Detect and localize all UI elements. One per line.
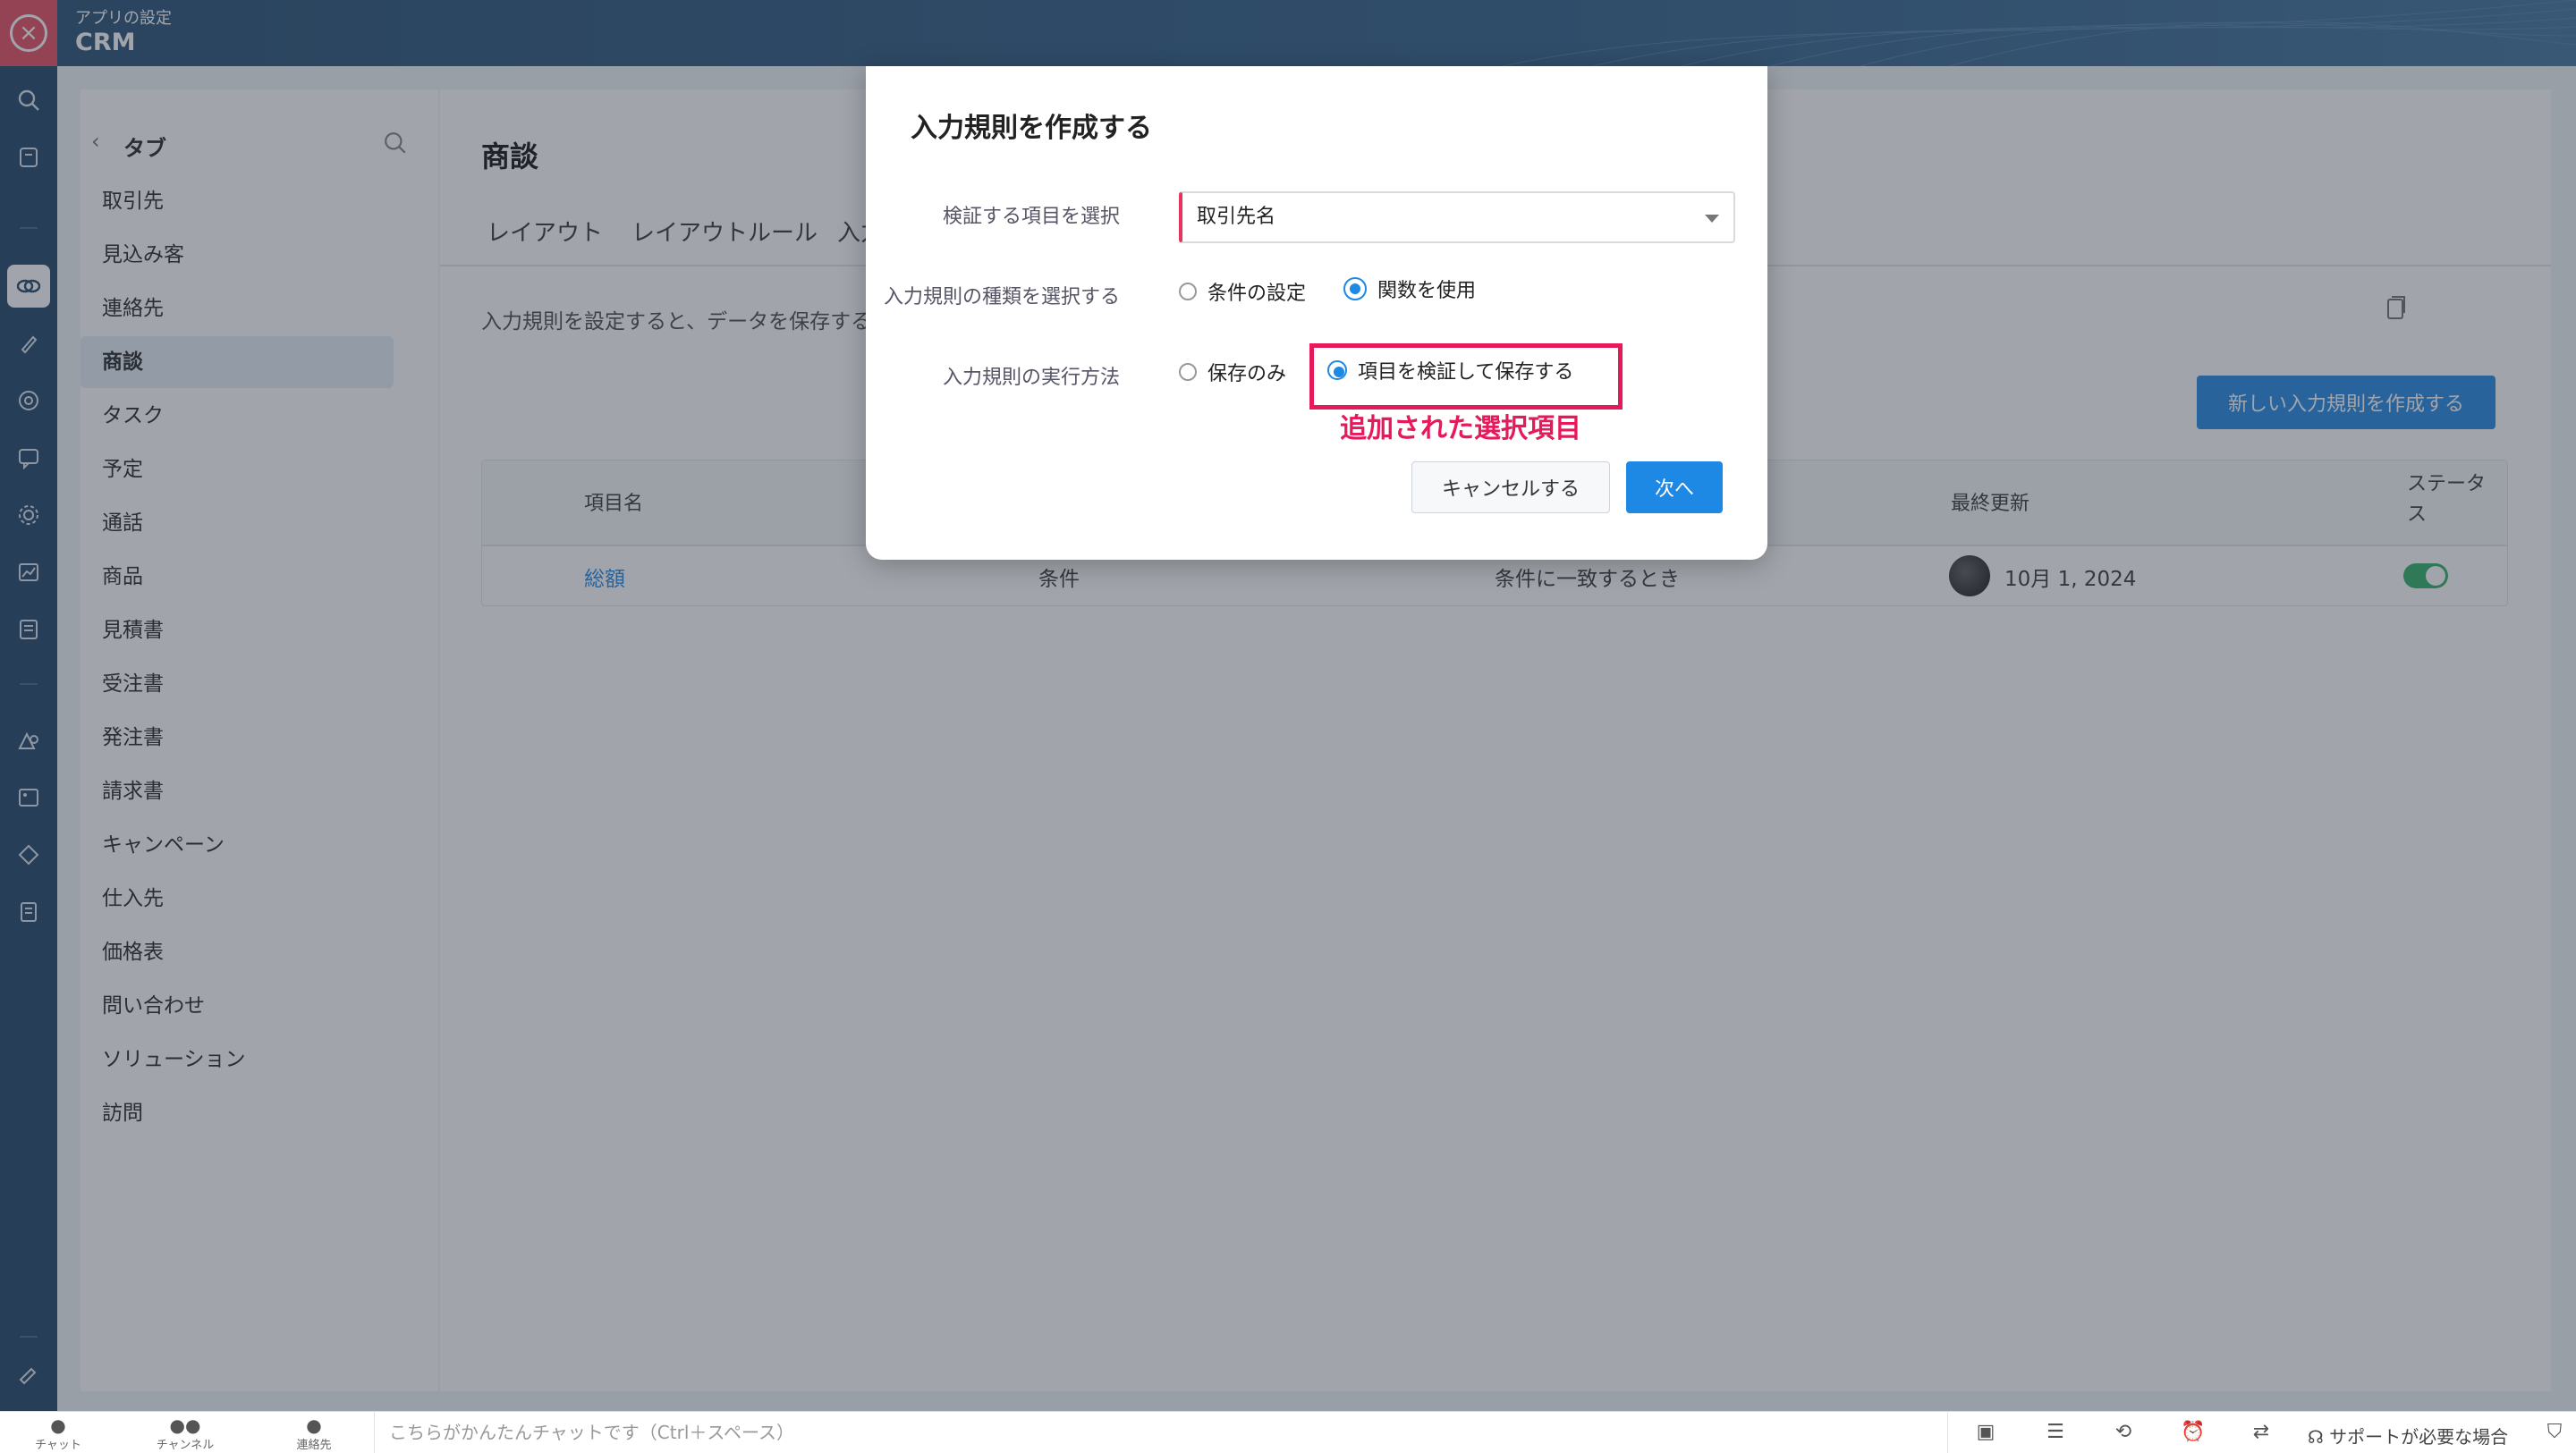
chevron-down-icon bbox=[1705, 215, 1719, 223]
quick-chat-input[interactable]: こちらがかんたんチャットです（Ctrl＋スペース） bbox=[374, 1412, 1948, 1453]
radio-condition[interactable]: 条件の設定 bbox=[1179, 277, 1306, 306]
rule-type-label: 入力規則の種類を選択する bbox=[883, 286, 1120, 308]
radio-unchecked-icon bbox=[1179, 363, 1197, 381]
bottom-bar: ● チャット ●● チャンネル ● 連絡先 こちらがかんたんチャットです（Ctrl＋ス… bbox=[0, 1411, 2576, 1453]
execution-label: 入力規則の実行方法 bbox=[942, 367, 1120, 389]
radio-function[interactable]: 関数を使用 bbox=[1343, 275, 1476, 303]
bottom-channels[interactable]: ●● チャンネル bbox=[145, 1415, 225, 1452]
radio-unchecked-icon bbox=[1179, 283, 1197, 300]
radio-save-only[interactable]: 保存のみ bbox=[1179, 358, 1286, 386]
badge-icon[interactable]: ⛉ bbox=[2542, 1421, 2567, 1446]
bottom-contacts[interactable]: ● 連絡先 bbox=[274, 1415, 354, 1452]
alarm-icon[interactable]: ⏰ bbox=[2181, 1421, 2206, 1446]
create-rule-modal: 入力規則を作成する 検証する項目を選択 取引先名 入力規則の種類を選択する 条件… bbox=[866, 66, 1767, 560]
field-select[interactable]: 取引先名 bbox=[1179, 191, 1735, 243]
annotation-highlight-box bbox=[1309, 343, 1623, 410]
next-button[interactable]: 次へ bbox=[1626, 461, 1723, 513]
modal-title: 入力規則を作成する bbox=[911, 113, 1152, 144]
chat-icon: ● bbox=[50, 1415, 66, 1436]
screen-share-icon[interactable]: ▣ bbox=[1973, 1421, 1998, 1446]
bottom-chat[interactable]: ● チャット bbox=[18, 1415, 98, 1452]
annotation-label: 追加された選択項目 bbox=[1340, 413, 1581, 444]
notes-icon[interactable]: ☰ bbox=[2043, 1421, 2068, 1446]
cancel-button[interactable]: キャンセルする bbox=[1411, 461, 1610, 513]
channels-icon: ●● bbox=[169, 1415, 201, 1436]
history-icon[interactable]: ⟲ bbox=[2111, 1421, 2136, 1446]
field-select-value: 取引先名 bbox=[1197, 206, 1276, 228]
headset-icon: ☊ bbox=[2308, 1426, 2330, 1448]
radio-checked-icon bbox=[1343, 277, 1367, 300]
field-select-label: 検証する項目を選択 bbox=[942, 206, 1120, 228]
contacts-icon: ● bbox=[306, 1415, 322, 1436]
support-link[interactable]: ☊ サポートが必要な場合 bbox=[2308, 1423, 2508, 1449]
translate-icon[interactable]: ⇄ bbox=[2249, 1421, 2274, 1446]
